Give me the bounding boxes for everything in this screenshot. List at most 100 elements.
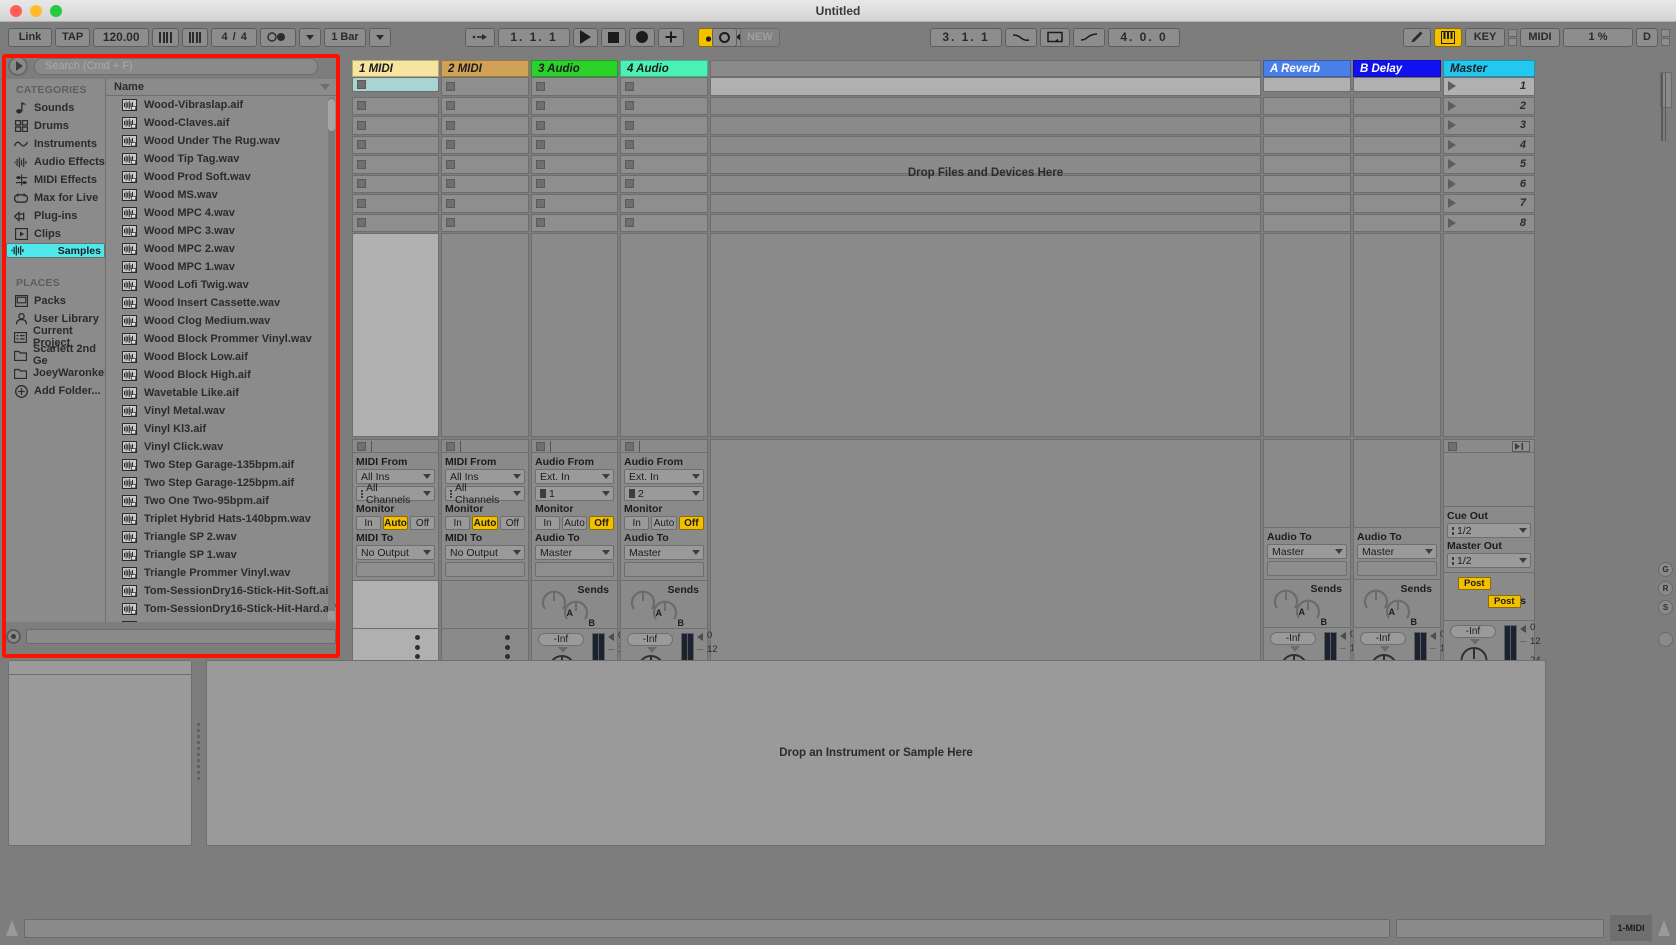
- status-bar-expand-icon[interactable]: [6, 920, 18, 936]
- clip-slot-t4-s8[interactable]: [620, 213, 708, 232]
- clip-slot-t1-s2[interactable]: [352, 96, 439, 115]
- monitor-auto-button[interactable]: Auto: [472, 516, 498, 530]
- browser-scrollbar-thumb[interactable]: [328, 99, 335, 131]
- send-b-knob[interactable]: B: [562, 597, 595, 628]
- send-b-knob[interactable]: B: [1294, 596, 1327, 627]
- clip-slot-t2-s2[interactable]: [441, 96, 529, 115]
- file-list-item[interactable]: Wavetable Like.aif: [106, 384, 336, 402]
- scene-launch-2[interactable]: 2: [1443, 96, 1535, 115]
- clip-slot-t4-s5[interactable]: [620, 155, 708, 174]
- sidebar-item-audio-effects[interactable]: Audio Effects: [6, 153, 105, 171]
- sidebar-item-midi-effects[interactable]: MIDI Effects: [6, 171, 105, 189]
- sidebar-item-instruments[interactable]: Instruments: [6, 135, 105, 153]
- clip-slot-t4-s4[interactable]: [620, 135, 708, 154]
- track-header-3[interactable]: 3 Audio: [531, 60, 618, 77]
- disk-indicator-stepper[interactable]: [1661, 28, 1670, 46]
- loop-icon[interactable]: [1040, 27, 1070, 47]
- return-b-audio-to-select[interactable]: Master: [1357, 544, 1437, 559]
- scene-launch-4[interactable]: 4: [1443, 135, 1535, 154]
- return-slot-a-s1[interactable]: [1263, 77, 1351, 92]
- monitor-in-button[interactable]: In: [445, 516, 471, 530]
- volume-value-master[interactable]: -Inf: [1450, 625, 1496, 638]
- monitor-auto-button[interactable]: Auto: [383, 516, 408, 530]
- audio-to-select[interactable]: Master: [535, 545, 614, 560]
- file-list-item[interactable]: Vinyl Click.wav: [106, 438, 336, 456]
- return-slot-b-s1[interactable]: [1353, 77, 1441, 92]
- audio-from-select[interactable]: Ext. In: [624, 469, 704, 484]
- volume-value-return-a[interactable]: -Inf: [1270, 632, 1316, 645]
- master-io-stripe-icon[interactable]: [1660, 72, 1672, 141]
- clip-slot-t3-s4[interactable]: [531, 135, 618, 154]
- clip-slot-t1-s7[interactable]: [352, 194, 439, 213]
- audio-input-channel-select[interactable]: 1: [535, 486, 614, 501]
- crossfader-assign-icon[interactable]: [1512, 440, 1530, 452]
- file-list-item[interactable]: Triangle SP 1.wav: [106, 546, 336, 564]
- sidebar-item-joeywaronker[interactable]: JoeyWaronkerD: [6, 364, 105, 382]
- file-list-item[interactable]: Triangle Prommer Vinyl.wav: [106, 564, 336, 582]
- sidebar-item-packs[interactable]: Packs: [6, 292, 105, 310]
- sidebar-item-scarlett[interactable]: Scarlett 2nd Ge: [6, 343, 105, 367]
- monitor-in-button[interactable]: In: [535, 516, 560, 530]
- monitor-off-button[interactable]: Off: [410, 516, 435, 530]
- volume-value-3[interactable]: -Inf: [538, 633, 584, 646]
- return-slot-b-s6[interactable]: [1353, 174, 1441, 193]
- clip-slot-t3-s5[interactable]: [531, 155, 618, 174]
- file-list-item[interactable]: Wood MPC 1.wav: [106, 258, 336, 276]
- send-b-post-button[interactable]: Post: [1488, 595, 1521, 608]
- file-list-item[interactable]: Wood MPC 4.wav: [106, 204, 336, 222]
- midi-to-sub-select[interactable]: [445, 562, 525, 577]
- new-button[interactable]: NEW: [740, 27, 780, 47]
- crossfade-assign-b-button[interactable]: R: [1658, 581, 1673, 596]
- drop-zone-row[interactable]: [710, 174, 1261, 193]
- monitor-in-button[interactable]: In: [624, 516, 650, 530]
- file-list-item[interactable]: Triplet Hybrid Hats-140bpm.wav: [106, 510, 336, 528]
- device-area-1[interactable]: [352, 581, 439, 629]
- file-list-item[interactable]: Two Step Garage-135bpm.aif: [106, 456, 336, 474]
- sidebar-item-add-folder[interactable]: Add Folder...: [6, 382, 105, 400]
- audio-to-sub-select[interactable]: [624, 562, 704, 577]
- record-button[interactable]: [629, 27, 655, 47]
- follow-button[interactable]: [260, 27, 297, 47]
- midi-to-select[interactable]: No Output: [356, 545, 435, 560]
- crossfade-assign-c-button[interactable]: S: [1658, 600, 1673, 615]
- sidebar-item-plug-ins[interactable]: Plug-ins: [6, 207, 105, 225]
- monitor-off-button[interactable]: Off: [589, 516, 614, 530]
- loop-start-position[interactable]: 3. 1. 1: [930, 27, 1002, 47]
- clip-slot-t4-s3[interactable]: [620, 116, 708, 135]
- sidebar-item-clips[interactable]: Clips: [6, 225, 105, 243]
- clip-slot-t4-s7[interactable]: [620, 194, 708, 213]
- return-a-audio-to-sub[interactable]: [1267, 561, 1347, 576]
- clip-slot-t2-s4[interactable]: [441, 135, 529, 154]
- arrangement-position[interactable]: 1. 1. 1: [498, 27, 570, 47]
- scene-launch-3[interactable]: 3: [1443, 116, 1535, 135]
- clip-slot-t3-s7[interactable]: [531, 194, 618, 213]
- device-drop-area[interactable]: Drop an Instrument or Sample Here: [206, 660, 1546, 846]
- tempo-field[interactable]: 120.00: [93, 27, 150, 47]
- send-a-post-button[interactable]: Post: [1458, 577, 1491, 590]
- file-list-item[interactable]: Vinyl Kl3.aif: [106, 420, 336, 438]
- monitor-auto-button[interactable]: Auto: [562, 516, 587, 530]
- clip-slot-t2-s8[interactable]: [441, 213, 529, 232]
- clip-slot-t1-s3[interactable]: [352, 116, 439, 135]
- file-list-item[interactable]: Wood-Vibraslap.aif: [106, 96, 336, 114]
- return-b-audio-to-sub[interactable]: [1357, 561, 1437, 576]
- stop-all-clips-icon[interactable]: [1448, 441, 1457, 451]
- stop-button[interactable]: [601, 27, 626, 47]
- track-header-2[interactable]: 2 MIDI: [441, 60, 529, 77]
- cue-out-select[interactable]: 1/2: [1447, 523, 1531, 538]
- drop-zone-row[interactable]: [710, 155, 1261, 174]
- file-list-item[interactable]: Wood-Claves.aif: [106, 114, 336, 132]
- drop-zone-row[interactable]: [710, 77, 1261, 96]
- clip-slot-t4-s1[interactable]: [620, 77, 708, 96]
- monitor-in-button[interactable]: In: [356, 516, 381, 530]
- monitor-auto-button[interactable]: Auto: [651, 516, 677, 530]
- drop-zone-row[interactable]: [710, 213, 1261, 232]
- track-header-4[interactable]: 4 Audio: [620, 60, 708, 77]
- arrangement-follow-icon[interactable]: [465, 27, 495, 47]
- audio-from-select[interactable]: Ext. In: [535, 469, 614, 484]
- sidebar-item-drums[interactable]: Drums: [6, 117, 105, 135]
- file-list-item[interactable]: Triangle SP 2.wav: [106, 528, 336, 546]
- file-list-item[interactable]: Wood Lofi Twig.wav: [106, 276, 336, 294]
- return-slot-a-s6[interactable]: [1263, 174, 1351, 193]
- drop-area-lower[interactable]: [710, 233, 1261, 437]
